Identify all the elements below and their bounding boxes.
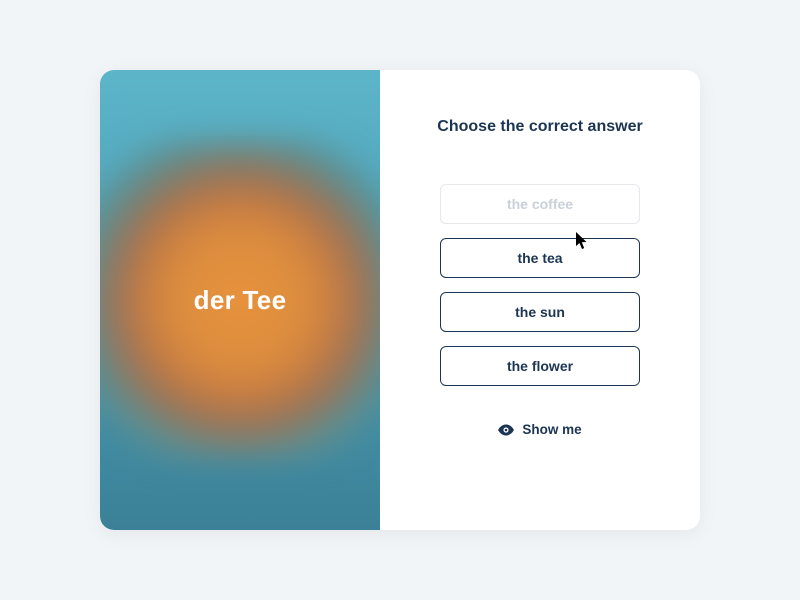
- option-2[interactable]: the tea: [440, 238, 640, 278]
- instruction-text: Choose the correct answer: [437, 118, 642, 136]
- show-me-label: Show me: [522, 422, 581, 437]
- option-4[interactable]: the flower: [440, 346, 640, 386]
- options-list: the coffee the tea the sun the flower: [440, 184, 640, 386]
- answer-panel: Choose the correct answer the coffee the…: [380, 70, 700, 530]
- prompt-panel: der Tee: [100, 70, 380, 530]
- flashcard: der Tee Choose the correct answer the co…: [100, 70, 700, 530]
- option-3[interactable]: the sun: [440, 292, 640, 332]
- show-me-button[interactable]: Show me: [498, 422, 581, 437]
- eye-icon: [498, 424, 514, 436]
- option-1[interactable]: the coffee: [440, 184, 640, 224]
- prompt-word: der Tee: [194, 285, 287, 316]
